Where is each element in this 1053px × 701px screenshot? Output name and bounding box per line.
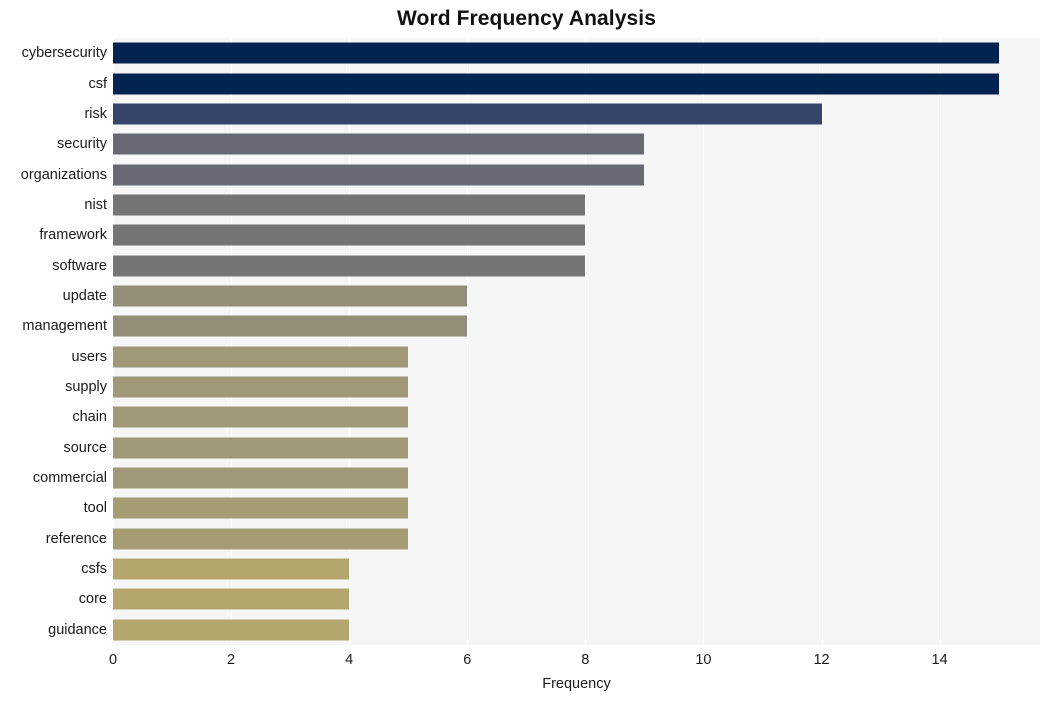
bar-source[interactable] <box>113 437 409 459</box>
bar-row <box>113 190 1040 220</box>
bar-cybersecurity[interactable] <box>113 42 999 64</box>
bar-nist[interactable] <box>113 194 586 216</box>
bar-supply[interactable] <box>113 376 409 398</box>
y-tick-label-risk: risk <box>84 105 107 122</box>
x-tick-label-4: 4 <box>345 652 354 668</box>
x-tick-label-0: 0 <box>108 652 118 668</box>
y-tick-label-framework: framework <box>39 227 107 244</box>
bar-row <box>113 433 1040 463</box>
bars-layer <box>113 38 1040 645</box>
y-tick-label-tool: tool <box>83 500 107 517</box>
bar-organizations[interactable] <box>113 164 645 186</box>
x-tick-label-6: 6 <box>463 652 472 668</box>
y-tick-label-management: management <box>22 318 107 335</box>
x-tick-label-10: 10 <box>695 652 712 668</box>
y-tick-label-supply: supply <box>65 379 107 396</box>
bar-row <box>113 524 1040 554</box>
bar-row <box>113 493 1040 523</box>
bar-row <box>113 250 1040 280</box>
y-tick-label-core: core <box>78 591 107 608</box>
bar-chain[interactable] <box>113 406 409 428</box>
bar-users[interactable] <box>113 346 409 368</box>
bar-row <box>113 402 1040 432</box>
y-tick-label-csfs: csfs <box>81 561 107 578</box>
bar-commercial[interactable] <box>113 467 409 489</box>
bar-row <box>113 554 1040 584</box>
bar-management[interactable] <box>113 315 468 337</box>
bar-tool[interactable] <box>113 497 409 519</box>
bar-core[interactable] <box>113 588 350 610</box>
bar-row <box>113 68 1040 98</box>
bar-row <box>113 342 1040 372</box>
y-tick-label-reference: reference <box>45 530 107 547</box>
x-tick-label-14: 14 <box>931 652 948 668</box>
bar-row <box>113 159 1040 189</box>
bar-csf[interactable] <box>113 73 999 95</box>
y-tick-label-update: update <box>62 287 107 304</box>
x-axis-tick-labels: 0 2 4 6 8 10 12 14 <box>0 651 1053 673</box>
bar-row <box>113 99 1040 129</box>
y-tick-label-nist: nist <box>84 196 107 213</box>
y-tick-label-csf: csf <box>88 75 107 92</box>
y-tick-label-security: security <box>57 136 107 153</box>
x-tick-label-2: 2 <box>227 652 236 668</box>
bar-row <box>113 129 1040 159</box>
bar-row <box>113 220 1040 250</box>
y-tick-label-commercial: commercial <box>32 470 107 487</box>
word-frequency-chart: Word Frequency Analysis cybersecurity csf… <box>0 0 1053 701</box>
bar-software[interactable] <box>113 255 586 277</box>
y-tick-label-software: software <box>52 257 107 274</box>
bar-row <box>113 584 1040 614</box>
y-tick-label-organizations: organizations <box>20 166 107 183</box>
bar-update[interactable] <box>113 285 468 307</box>
bar-framework[interactable] <box>113 224 586 246</box>
bar-guidance[interactable] <box>113 619 350 641</box>
bar-csfs[interactable] <box>113 558 350 580</box>
x-axis-title: Frequency <box>542 676 611 692</box>
bar-row <box>113 281 1040 311</box>
bar-reference[interactable] <box>113 528 409 550</box>
bar-row <box>113 463 1040 493</box>
y-tick-label-chain: chain <box>72 409 107 426</box>
bar-risk[interactable] <box>113 103 822 125</box>
bar-row <box>113 615 1040 645</box>
bar-row <box>113 311 1040 341</box>
x-tick-label-8: 8 <box>581 652 590 668</box>
y-axis-tick-labels: cybersecurity csf risk security organization… <box>0 38 107 645</box>
chart-title: Word Frequency Analysis <box>396 7 657 30</box>
bar-row <box>113 38 1040 68</box>
x-tick-label-12: 12 <box>813 652 830 668</box>
y-tick-label-cybersecurity: cybersecurity <box>21 45 107 62</box>
y-tick-label-source: source <box>63 439 107 456</box>
bar-row <box>113 372 1040 402</box>
y-tick-label-users: users <box>71 348 107 365</box>
bar-security[interactable] <box>113 133 645 155</box>
y-tick-label-guidance: guidance <box>48 621 107 638</box>
